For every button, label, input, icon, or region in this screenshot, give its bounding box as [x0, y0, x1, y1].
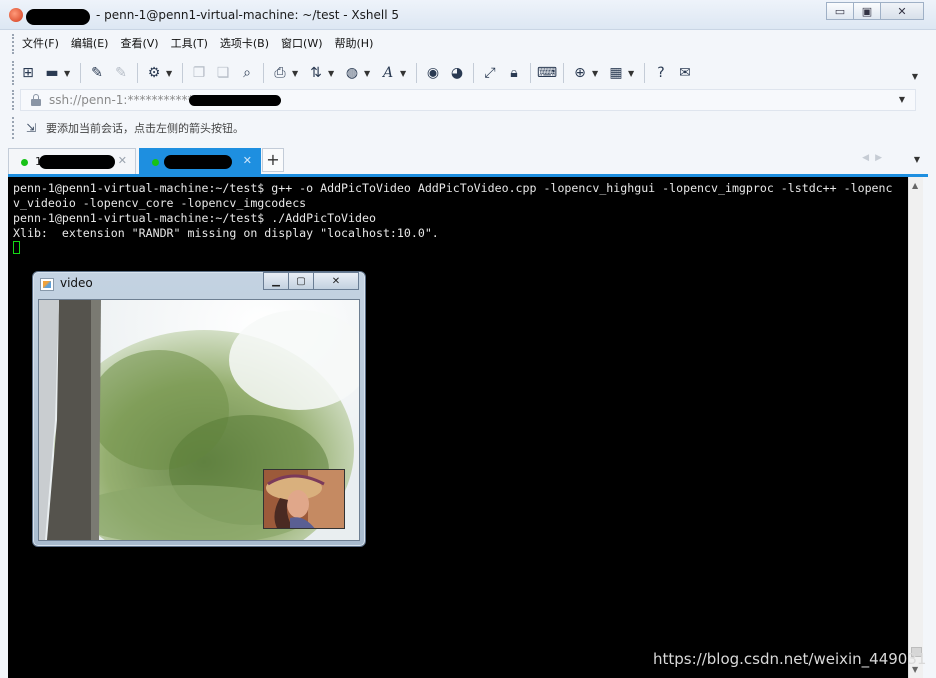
tab-close-icon[interactable]: ✕	[118, 154, 127, 167]
add-tab-button[interactable]: +	[262, 148, 284, 172]
tab-scroll-arrows-icon[interactable]: ◀▶	[862, 153, 888, 163]
video-window-controls: ▁ ▢ ✕	[263, 272, 359, 290]
terminal-scrollbar[interactable]: ▲ ▼	[908, 177, 923, 678]
open-dropdown-icon[interactable]: ▼	[64, 69, 72, 78]
toolbar-overflow-icon[interactable]: ▼	[912, 72, 918, 81]
xftp-icon[interactable]: ◉	[421, 61, 445, 85]
xmanager-icon[interactable]: ◕	[445, 61, 469, 85]
address-dropdown-icon[interactable]: ▼	[899, 95, 905, 104]
tab-session-1[interactable]: 1 ✕	[8, 148, 136, 174]
hintbar-grip	[12, 117, 15, 139]
video-window-icon	[40, 278, 54, 291]
tab-bar: 1 ✕ ✕ + ◀▶ ▼	[8, 146, 928, 174]
layout-icon[interactable]: ▦	[604, 61, 628, 85]
title-bar: - penn-1@penn1-virtual-machine: ~/test -…	[0, 0, 936, 30]
properties-dropdown-icon[interactable]: ▼	[166, 69, 174, 78]
print-dropdown-icon[interactable]: ▼	[292, 69, 300, 78]
minimize-button[interactable]: ▭	[826, 2, 854, 20]
redacted-tab-label	[164, 155, 232, 169]
watermark: https://blog.csdn.net/weixin_449031	[653, 650, 927, 668]
open-folder-icon[interactable]: ▬	[40, 61, 64, 85]
properties-icon[interactable]: ⚙	[142, 61, 166, 85]
tab-close-icon[interactable]: ✕	[243, 154, 252, 167]
globe-icon[interactable]: ◍	[340, 61, 364, 85]
scroll-up-icon[interactable]: ▲	[912, 181, 918, 190]
help-icon[interactable]: ?	[649, 61, 673, 85]
video-minimize-button[interactable]: ▁	[263, 272, 289, 290]
toolbar-separator	[530, 63, 531, 83]
find-icon[interactable]: ⌕	[235, 61, 259, 85]
xshell-logo-icon	[9, 8, 23, 22]
window-title: - penn-1@penn1-virtual-machine: ~/test -…	[96, 8, 399, 22]
menu-file[interactable]: 文件(F)	[16, 33, 65, 55]
new-tab-icon[interactable]: ⊕	[568, 61, 592, 85]
terminal-cursor	[13, 241, 20, 254]
menu-edit[interactable]: 编辑(E)	[65, 33, 115, 55]
menubar-grip	[12, 34, 15, 54]
reconnect-icon[interactable]: ✎	[85, 61, 109, 85]
video-restore-button[interactable]: ▢	[288, 272, 314, 290]
paste-icon[interactable]: ❏	[211, 61, 235, 85]
terminal-line: penn-1@penn1-virtual-machine:~/test$ g++…	[13, 181, 893, 195]
toolbar-separator	[80, 63, 81, 83]
window-controls: ▭ ▣ ✕	[826, 2, 924, 20]
font-dropdown-icon[interactable]: ▼	[400, 69, 408, 78]
toolbar-grip	[12, 61, 15, 85]
address-text: ssh://penn-1:***********@	[49, 93, 206, 107]
menu-bar: 文件(F) 编辑(E) 查看(V) 工具(T) 选项卡(B) 窗口(W) 帮助(…	[16, 32, 379, 56]
lock-icon[interactable]: 🔒︎	[502, 61, 526, 85]
toolbar-separator	[182, 63, 183, 83]
connected-dot-icon	[152, 159, 159, 166]
connected-dot-icon	[21, 159, 28, 166]
layout-dropdown-icon[interactable]: ▼	[628, 69, 636, 78]
address-bar[interactable]: ssh://penn-1:***********@ ▼	[20, 89, 916, 111]
redacted-tab-label	[39, 155, 115, 169]
video-window[interactable]: video ▁ ▢ ✕	[32, 271, 366, 547]
hint-text: 要添加当前会话，点击左侧的箭头按钮。	[46, 122, 244, 135]
close-button[interactable]: ✕	[880, 2, 924, 20]
redacted-hostname	[26, 9, 90, 25]
menu-view[interactable]: 查看(V)	[114, 33, 164, 55]
copy-icon[interactable]: ❐	[187, 61, 211, 85]
new-tab-dropdown-icon[interactable]: ▼	[592, 69, 600, 78]
terminal-line: v_videoio -lopencv_core -lopencv_imgcode…	[13, 196, 307, 210]
restore-button[interactable]: ▣	[853, 2, 881, 20]
transfer-icon[interactable]: ⇅	[304, 61, 328, 85]
globe-dropdown-icon[interactable]: ▼	[364, 69, 372, 78]
toolbar-separator	[644, 63, 645, 83]
font-icon[interactable]: A	[376, 61, 400, 85]
menu-tools[interactable]: 工具(T)	[165, 33, 214, 55]
toolbar: ⊞ ▬ ▼ ✎ ✎ ⚙ ▼ ❐ ❏ ⌕ ⎙ ▼ ⇅ ▼ ◍ ▼ A ▼ ◉ ◕ …	[16, 59, 697, 87]
toolbar-separator	[137, 63, 138, 83]
video-window-title: video	[60, 276, 93, 290]
xshell-window: - penn-1@penn1-virtual-machine: ~/test -…	[0, 0, 936, 678]
video-close-button[interactable]: ✕	[313, 272, 359, 290]
toolbar-separator	[563, 63, 564, 83]
padlock-icon	[31, 94, 41, 106]
tab-session-2[interactable]: ✕	[139, 148, 261, 174]
keyboard-icon[interactable]: ⌨	[535, 61, 559, 85]
new-session-icon[interactable]: ⊞	[16, 61, 40, 85]
disconnect-icon[interactable]: ✎	[109, 61, 133, 85]
terminal-line: Xlib: extension "RANDR" missing on displ…	[13, 226, 439, 240]
menu-tabs[interactable]: 选项卡(B)	[214, 33, 275, 55]
transfer-dropdown-icon[interactable]: ▼	[328, 69, 336, 78]
redacted-host	[189, 95, 281, 106]
toolbar-separator	[263, 63, 264, 83]
hint-bar: ⇲ 要添加当前会话，点击左侧的箭头按钮。	[16, 115, 244, 141]
print-icon[interactable]: ⎙	[268, 61, 292, 85]
tab-list-dropdown-icon[interactable]: ▼	[914, 155, 920, 164]
menu-window[interactable]: 窗口(W)	[275, 33, 328, 55]
toolbar-separator	[416, 63, 417, 83]
terminal-line: penn-1@penn1-virtual-machine:~/test$ ./A…	[13, 211, 376, 225]
chat-icon[interactable]: ✉	[673, 61, 697, 85]
toolbar-separator	[473, 63, 474, 83]
fullscreen-icon[interactable]: ⤢	[478, 61, 502, 85]
addressbar-grip	[12, 90, 15, 110]
menu-help[interactable]: 帮助(H)	[329, 33, 380, 55]
video-frame	[38, 299, 360, 541]
add-session-arrow-icon[interactable]: ⇲	[26, 121, 40, 135]
overlay-picture	[263, 469, 345, 529]
